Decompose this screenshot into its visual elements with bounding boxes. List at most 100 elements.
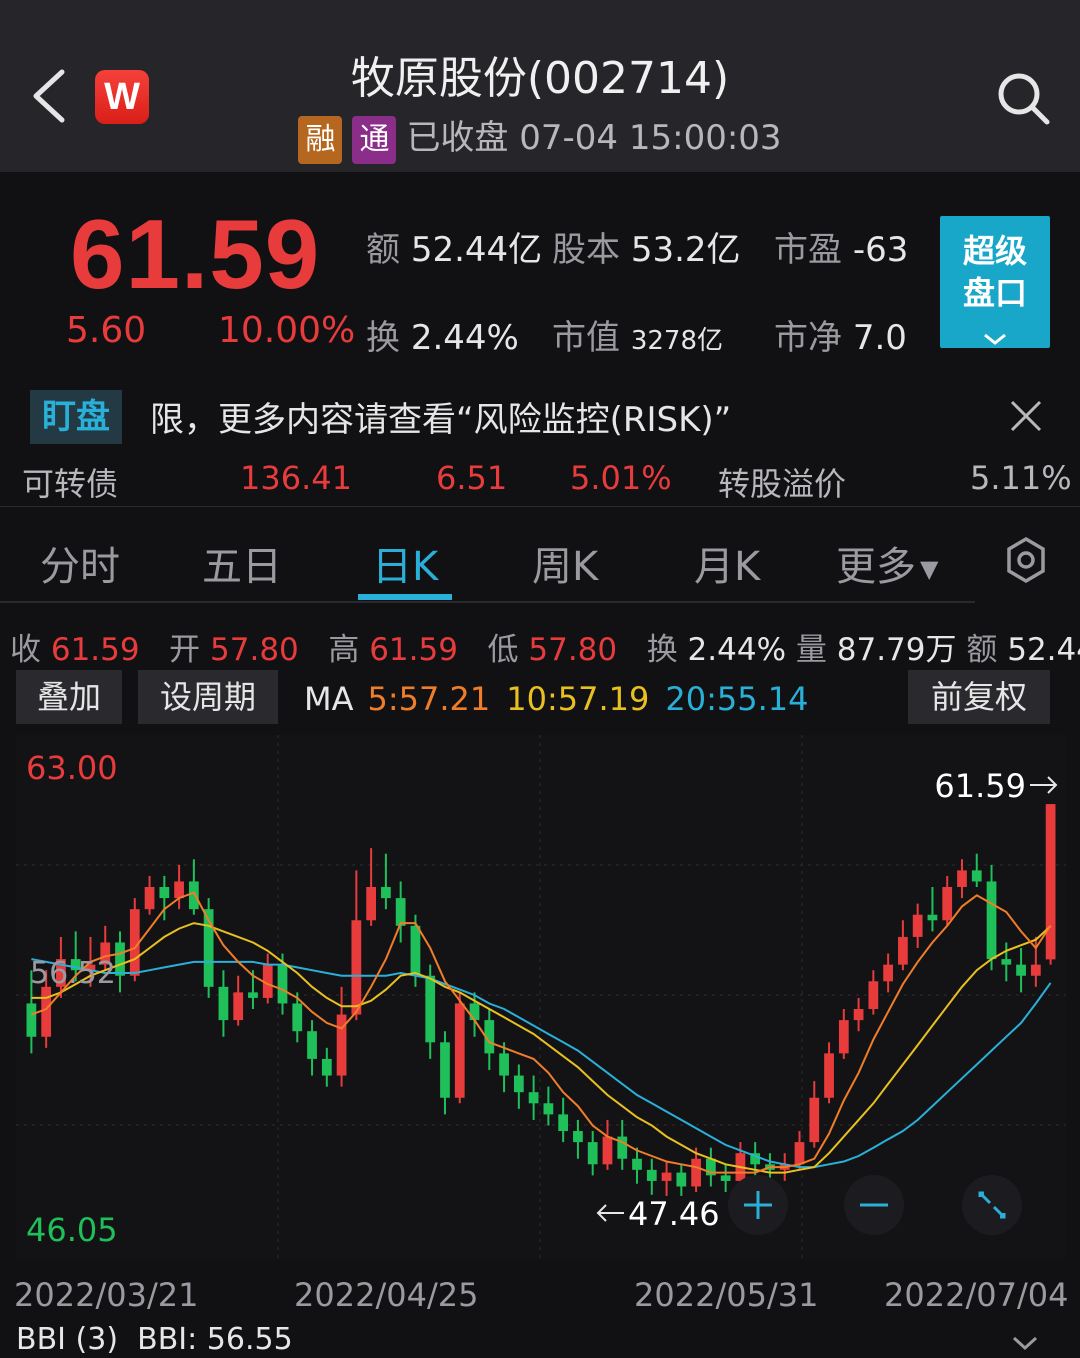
ma20-value: 20:55.14 <box>665 680 809 718</box>
fullscreen-bg <box>962 1175 1022 1235</box>
candle-body <box>188 881 199 910</box>
candle-body <box>558 1114 569 1132</box>
candle-body <box>528 1092 539 1104</box>
high-price-annotation: 61.59 <box>934 767 1026 805</box>
candle-body <box>1045 804 1056 960</box>
convertible-bond-row[interactable]: 可转债 136.41 6.51 5.01% 转股溢价 5.11% <box>0 455 1080 505</box>
ma10-line <box>31 922 1052 1174</box>
candle-body <box>395 898 406 926</box>
capital-stat: 股本 53.2亿 <box>552 230 741 270</box>
ma20-line <box>31 958 1052 1169</box>
premium-label: 转股溢价 <box>718 465 847 503</box>
candle-body <box>942 887 953 921</box>
search-icon[interactable] <box>995 70 1051 126</box>
watch-button[interactable]: 盯盘 <box>30 390 122 444</box>
super-orderbook-button[interactable]: 超级 盘口 <box>940 216 1050 348</box>
candle-body <box>381 887 391 899</box>
tabs-divider <box>0 601 975 603</box>
chevron-down-icon[interactable] <box>1010 1328 1040 1358</box>
amount-stat: 额 52.44亿 <box>366 230 543 270</box>
adjust-button[interactable]: 前复权 <box>908 670 1050 724</box>
candle-body <box>883 964 894 982</box>
bond-label: 可转债 <box>22 465 119 503</box>
candle-body <box>174 881 184 899</box>
margin-trading-badge: 融 <box>298 115 343 164</box>
candle-body <box>912 914 923 937</box>
candle-body <box>248 992 258 998</box>
pb-stat: 市净 7.0 <box>774 318 907 358</box>
candle-body <box>927 914 938 921</box>
candle-body <box>1016 964 1026 976</box>
candle-body <box>454 1003 465 1098</box>
dropdown-triangle-icon: ▼ <box>920 555 939 583</box>
status-line: 融通已收盘 07-04 15:00:03 <box>0 110 1080 164</box>
x-axis-label: 2022/07/04 <box>884 1276 1069 1314</box>
ma-legend: MA 5:57.21 10:57.19 20:55.14 <box>304 680 809 718</box>
floating-value-label: 56.52 <box>30 956 116 991</box>
candle-body <box>691 1158 701 1187</box>
x-axis-label: 2022/04/25 <box>294 1276 479 1314</box>
ma5-value: 5:57.21 <box>367 680 491 718</box>
close-icon[interactable] <box>1008 398 1044 434</box>
overlay-button[interactable]: 叠加 <box>16 670 122 724</box>
turnover-stat: 换 2.44% <box>366 318 519 358</box>
candle-body <box>809 1097 820 1143</box>
candle-body <box>971 870 982 882</box>
candle-body <box>602 1136 613 1165</box>
candle-body <box>986 881 997 960</box>
tab-more[interactable]: 更多 ▼ <box>836 534 938 592</box>
ohlc-summary: 收 61.59 开 57.80 高 61.59 低 57.80 换 2.44% … <box>10 624 1080 669</box>
candle-body <box>41 986 52 1037</box>
y-max-label: 63.00 <box>26 749 118 787</box>
candle-body <box>513 1075 524 1093</box>
divider <box>0 506 1080 507</box>
candle-body <box>838 1020 849 1054</box>
candle-body <box>277 964 288 1004</box>
tab-intraday[interactable]: 分时 <box>40 534 120 592</box>
ma5-line <box>31 891 1052 1174</box>
stock-title: 牧原股份(002714) <box>350 53 730 104</box>
close-value: 61.59 <box>50 632 140 668</box>
price-change: 5.60 <box>66 310 147 351</box>
tab-daily-k[interactable]: 日K <box>372 534 438 592</box>
y-min-label: 46.05 <box>26 1211 118 1249</box>
candle-body <box>469 1003 480 1021</box>
volume-value: 87.79万 <box>836 632 957 668</box>
price-change-pct: 10.00% <box>218 310 356 351</box>
low-price-annotation: 47.46 <box>628 1195 720 1233</box>
tab-weekly-k[interactable]: 周K <box>532 534 598 592</box>
candle-body <box>115 942 125 976</box>
candle-body <box>661 1172 672 1181</box>
candle-body <box>410 925 421 976</box>
period-tabs: 分时 五日 日K 周K 月K 更多 ▼ <box>0 520 1080 602</box>
candlestick-chart[interactable]: 63.00 46.05 56.52 61.59 47.46 <box>16 735 1066 1259</box>
tab-five-day[interactable]: 五日 <box>202 534 282 592</box>
low-value: 57.80 <box>528 632 618 668</box>
last-price: 61.59 <box>70 199 321 309</box>
candle-body <box>218 986 229 1021</box>
candle-body <box>292 1003 303 1032</box>
candle-body <box>868 981 879 1010</box>
tab-monthly-k[interactable]: 月K <box>694 534 760 592</box>
high-value: 61.59 <box>369 632 458 668</box>
mktcap-stat: 市值 3278亿 <box>552 318 723 358</box>
market-status: 已收盘 07-04 15:00:03 <box>406 118 782 158</box>
chevron-down-icon <box>984 333 1006 345</box>
x-axis-label: 2022/05/31 <box>634 1276 819 1314</box>
candle-body <box>853 1009 864 1021</box>
candle-body <box>1001 959 1012 965</box>
candle-body <box>425 975 436 1043</box>
candle-body <box>307 1031 317 1059</box>
risk-notice[interactable]: 限，更多内容请查看“风险监控(RISK)” <box>150 392 731 441</box>
ma10-value: 10:57.19 <box>506 680 650 718</box>
bbi-indicator[interactable]: BBI (3) BBI: 56.55 <box>16 1322 293 1357</box>
turnover-value: 2.44% <box>687 632 787 668</box>
candle-body <box>646 1169 657 1181</box>
amount-value: 52.44亿 <box>1007 632 1080 668</box>
candle-body <box>26 1003 37 1037</box>
candle-body <box>898 936 908 965</box>
set-period-button[interactable]: 设周期 <box>138 670 278 724</box>
candle-body <box>824 1053 834 1098</box>
settings-icon[interactable] <box>1004 536 1048 584</box>
candle-body <box>1030 964 1041 976</box>
